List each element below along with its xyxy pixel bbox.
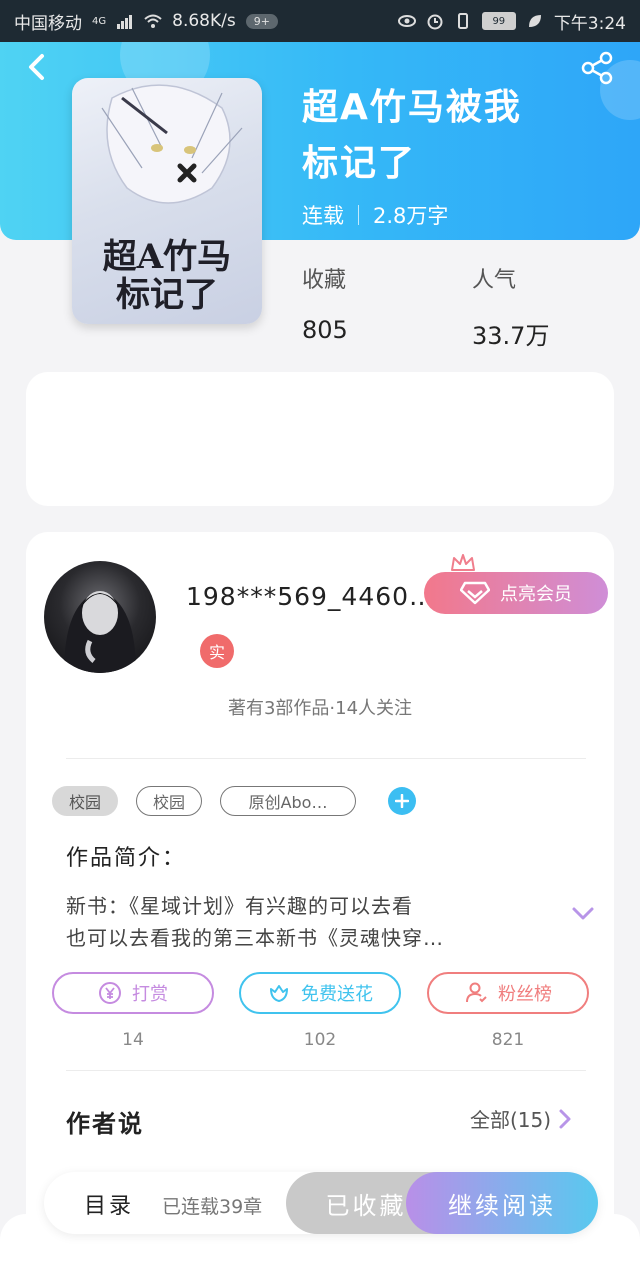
vip-button[interactable]: 点亮会员 <box>424 572 608 614</box>
intro-title: 作品简介： <box>66 846 187 871</box>
eye-comfort-icon <box>397 15 416 27</box>
avatar-artwork <box>64 591 136 673</box>
signal-icon <box>117 15 133 29</box>
send-flower-label: 免费送花 <box>301 984 373 1005</box>
book-meta: 连载 2.8万字 <box>302 200 448 230</box>
collect-label: 收藏 <box>302 268 347 293</box>
divider <box>66 1070 586 1071</box>
battery-indicator: 99 <box>481 12 516 30</box>
reward-count: 14 <box>122 1030 144 1050</box>
book-cover[interactable]: 超A竹马 标记了 <box>72 78 262 324</box>
tag-item[interactable]: 校园 <box>136 786 203 816</box>
carrier-label: 中国移动 <box>14 13 82 34</box>
fan-count: 821 <box>491 1030 525 1050</box>
verified-badge: 实 <box>200 634 234 668</box>
yen-coin-icon <box>99 982 121 1004</box>
tag-list: 校园 校园 原创Abo… <box>52 786 417 816</box>
vibrate-icon <box>457 13 468 29</box>
network-speed: 8.68K/s <box>172 11 236 31</box>
crown-icon <box>451 554 475 571</box>
chevron-right-icon <box>559 1109 571 1128</box>
chapter-count: 已连载39章 <box>162 1196 263 1218</box>
author-avatar[interactable] <box>44 561 156 673</box>
author-say-title: 作者说 <box>66 1110 144 1138</box>
wifi-icon <box>144 14 162 28</box>
author-say-all-link[interactable]: 全部(15) <box>470 1104 573 1133</box>
author-summary: 著有3部作品·14人关注 <box>227 698 413 719</box>
leaf-icon <box>528 15 541 27</box>
flower-count: 102 <box>303 1030 337 1050</box>
user-icon <box>466 982 487 1003</box>
intro-text: 新书：《星域计划》有兴趣的可以去看 也可以去看我的第三本新书《灵魂快穿… <box>66 894 444 950</box>
collect-value: 805 <box>302 316 348 344</box>
empty-card <box>26 372 614 506</box>
reward-button[interactable]: 打赏 <box>52 972 214 1014</box>
tag-item[interactable]: 原创Abo… <box>220 786 357 816</box>
table-of-contents-button[interactable]: 目录 <box>84 1188 134 1220</box>
notification-count: 9+ <box>245 13 278 29</box>
flower-icon <box>270 985 288 1002</box>
word-count: 2.8万字 <box>373 204 449 228</box>
reward-label: 打赏 <box>132 984 168 1005</box>
fan-ranking-button[interactable]: 粉丝榜 <box>427 972 589 1014</box>
add-tag-button[interactable] <box>388 787 417 815</box>
cover-title: 超A竹马 标记了 <box>102 237 232 315</box>
network-type: 4G <box>92 15 107 27</box>
status-bar: 中国移动 4G 8.68K/s 9+ 99 下午3:24 <box>0 0 640 42</box>
vip-button-label: 点亮会员 <box>500 584 572 605</box>
popularity-stat: 人气 33.7万 <box>472 262 549 351</box>
alarm-icon <box>427 14 443 30</box>
share-icon[interactable] <box>580 50 616 86</box>
popularity-value: 33.7万 <box>472 322 550 350</box>
serial-status: 连载 <box>302 204 344 228</box>
meta-divider <box>358 205 359 225</box>
tag-item[interactable]: 校园 <box>52 786 119 816</box>
plus-icon <box>395 794 410 808</box>
back-icon[interactable] <box>22 50 52 84</box>
popularity-label: 人气 <box>472 268 517 293</box>
book-title: 超A竹马被我 标记了 <box>302 87 522 184</box>
clock: 下午3:24 <box>553 13 626 34</box>
collect-stat: 收藏 805 <box>302 262 348 344</box>
send-flower-button[interactable]: 免费送花 <box>239 972 401 1014</box>
author-say-all-label: 全部(15) <box>470 1108 552 1132</box>
divider <box>66 758 586 759</box>
author-name[interactable]: 198***569_4460… <box>186 582 435 611</box>
diamond-icon <box>460 581 490 605</box>
fan-ranking-label: 粉丝榜 <box>498 984 552 1005</box>
continue-reading-button[interactable]: 继续阅读 <box>406 1172 598 1234</box>
chevron-down-icon[interactable] <box>570 900 596 926</box>
